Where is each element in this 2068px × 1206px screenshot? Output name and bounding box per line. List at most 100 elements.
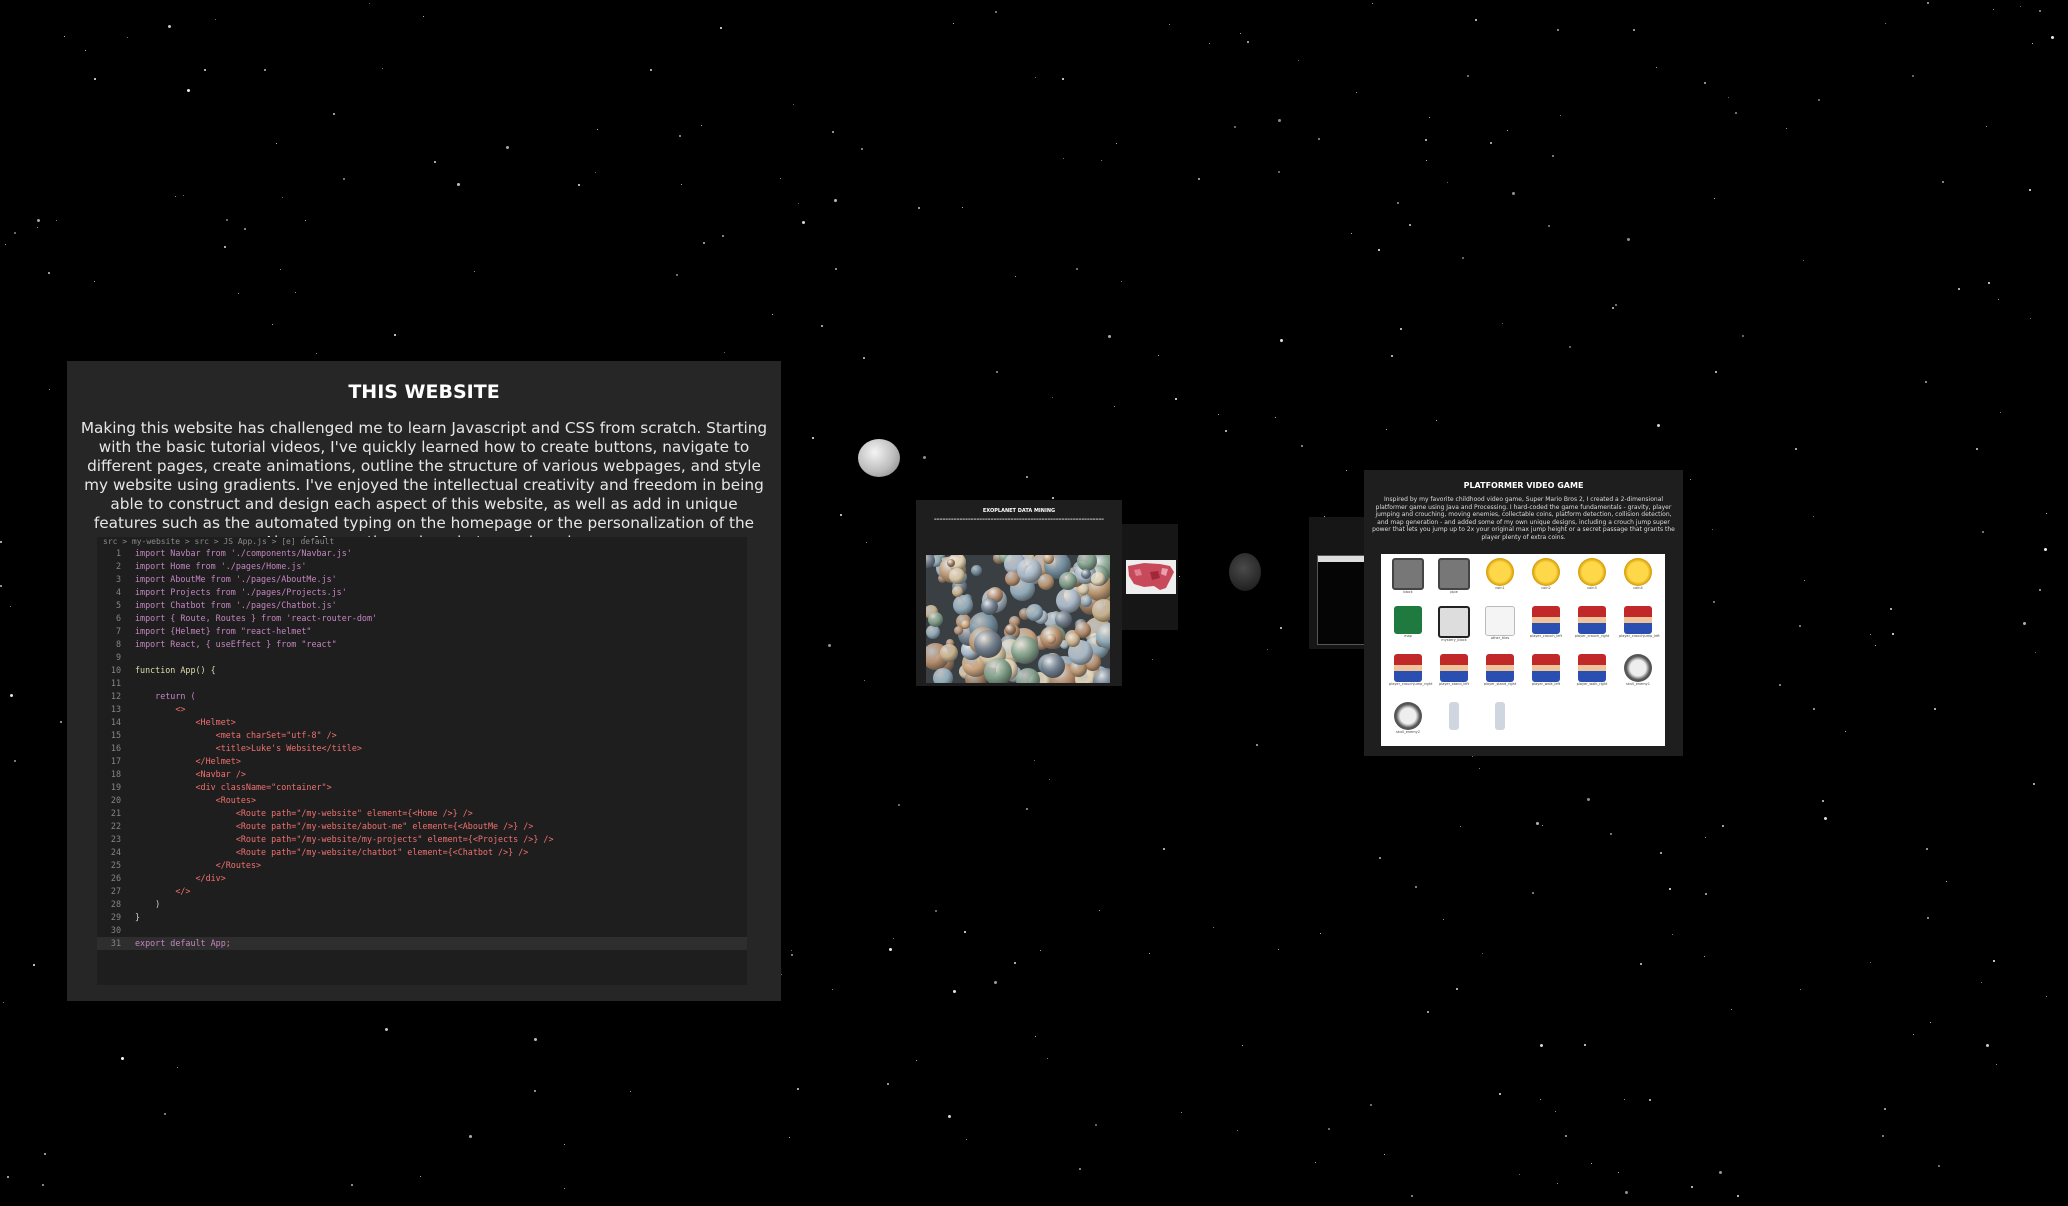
star (1328, 1128, 1330, 1130)
star (864, 680, 865, 681)
star (2046, 996, 2047, 997)
planet (974, 630, 1002, 658)
star (1298, 60, 1299, 61)
star (1870, 634, 1871, 635)
project-card-chatbot[interactable] (1309, 517, 1365, 649)
sprite-file: player_walk_left (1527, 652, 1565, 698)
line-number: 27 (110, 886, 121, 896)
star (923, 456, 926, 459)
star (676, 274, 678, 276)
code-line: 5 import Chatbot from './pages/Chatbot.js… (97, 599, 747, 612)
star (1490, 142, 1492, 144)
star (935, 910, 937, 912)
code-line: 20 <Routes> (97, 794, 747, 807)
star (1108, 335, 1111, 338)
planet (1046, 634, 1056, 644)
star (1346, 470, 1347, 471)
line-number: 13 (110, 704, 121, 714)
star (1280, 339, 1283, 342)
star (1035, 1036, 1036, 1037)
star (780, 178, 781, 179)
star (861, 148, 863, 150)
line-number: 7 (115, 626, 121, 636)
code-line: 30 (97, 924, 747, 937)
star (1040, 950, 1041, 951)
star (1657, 424, 1660, 427)
star (1351, 233, 1352, 234)
star (789, 1137, 790, 1138)
project-card-platformer[interactable]: PLATFORMER VIDEO GAME Inspired by my fav… (1364, 470, 1683, 756)
star (1482, 953, 1483, 954)
mario-icon (1394, 654, 1422, 682)
project-card-this-website[interactable]: THIS WEBSITE Making this website has cha… (67, 361, 781, 1001)
star (812, 437, 814, 439)
code-text: import Navbar from './components/Navbar.… (135, 548, 352, 558)
star (1542, 825, 1543, 826)
planet (947, 559, 955, 567)
line-number: 21 (110, 808, 121, 818)
star (295, 292, 296, 293)
star (1927, 2, 1929, 4)
excel-icon (1394, 606, 1422, 634)
star (835, 268, 837, 270)
line-number: 31 (110, 938, 121, 948)
coin-icon (1486, 558, 1514, 586)
star (1015, 276, 1016, 277)
star (164, 1113, 166, 1115)
line-number: 11 (110, 678, 121, 688)
star (1101, 160, 1102, 161)
star (1930, 1022, 1931, 1023)
star (1315, 1162, 1316, 1163)
star (966, 1139, 967, 1140)
sprite-label: coin3 (1587, 586, 1597, 590)
file-icon (1485, 606, 1515, 636)
star (316, 353, 317, 354)
star (1926, 848, 1928, 850)
star (1052, 497, 1054, 499)
star (832, 989, 833, 990)
star (382, 68, 383, 69)
code-text: import AboutMe from './pages/AboutMe.js' (135, 574, 337, 584)
star (1722, 825, 1724, 827)
planet (1066, 633, 1080, 647)
star (1063, 158, 1064, 159)
sprite-file: player_stand_left (1435, 652, 1473, 698)
line-number: 23 (110, 834, 121, 844)
code-line: 9 (97, 651, 747, 664)
planet (981, 598, 998, 615)
code-text: import Chatbot from './pages/Chatbot.js' (135, 600, 337, 610)
star (1240, 33, 1241, 34)
code-line: 26 </div> (97, 872, 747, 885)
star (1912, 75, 1914, 77)
star (840, 514, 842, 516)
project-card-map[interactable] (1122, 524, 1178, 630)
star (1278, 119, 1281, 122)
line-number: 30 (110, 925, 121, 935)
star (2035, 652, 2036, 653)
sprite-file: player_crouch_right (1573, 604, 1611, 650)
star (2046, 513, 2047, 514)
star (701, 125, 702, 126)
star (1587, 798, 1590, 801)
star (264, 69, 266, 71)
code-line: 16 <title>Luke's Website</title> (97, 742, 747, 755)
code-text: </> (135, 886, 191, 896)
star (918, 207, 920, 209)
code-line: 22 <Route path="/my-website/about-me" el… (97, 820, 747, 833)
star (10, 606, 11, 607)
planet (984, 658, 1012, 683)
star (1356, 92, 1357, 93)
star (1691, 1186, 1693, 1188)
planet (954, 626, 963, 635)
star (564, 1144, 565, 1145)
project-card-exoplanet[interactable]: EXOPLANET DATA MINING ▬▬▬▬▬▬▬▬▬▬▬▬▬▬▬▬▬▬… (916, 500, 1122, 686)
sprite-file: coin2 (1527, 556, 1565, 602)
planet (1055, 611, 1072, 628)
star (1557, 1183, 1558, 1184)
star (964, 931, 966, 933)
sprite-file: other_tiles (1481, 604, 1519, 650)
star (14, 232, 16, 234)
planet (926, 625, 940, 639)
star (175, 196, 176, 197)
line-number: 26 (110, 873, 121, 883)
